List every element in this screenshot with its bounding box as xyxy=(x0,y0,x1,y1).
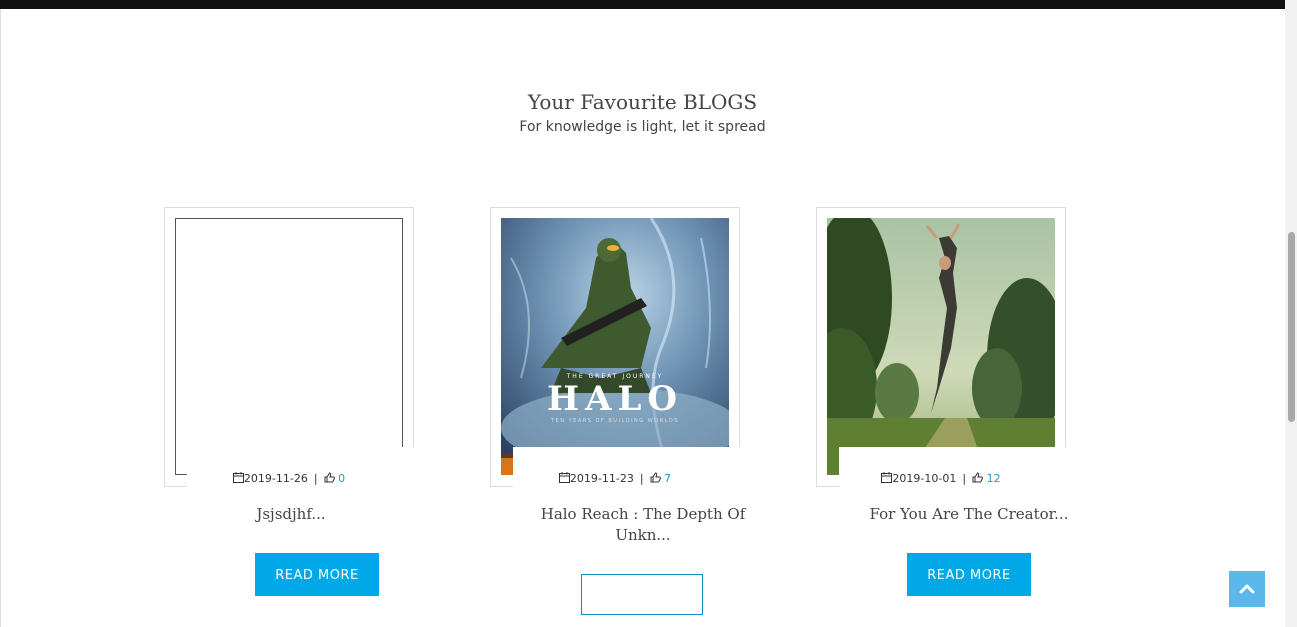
calendar-icon xyxy=(558,472,570,486)
blog-title[interactable]: Jsjsdjhf... xyxy=(141,504,441,525)
blog-thumbnail[interactable] xyxy=(175,218,403,475)
thumbs-up-icon xyxy=(324,472,335,486)
blog-thumbnail[interactable]: THE GREAT JOURNEY HALO TEN YEARS OF BUIL… xyxy=(501,218,729,475)
section-header: Your Favourite BLOGS For knowledge is li… xyxy=(0,88,1285,138)
blog-title[interactable]: For You Are The Creator... xyxy=(819,504,1119,525)
blog-card-frame: THE GREAT JOURNEY HALO TEN YEARS OF BUIL… xyxy=(490,207,740,487)
chevron-up-icon xyxy=(1239,584,1255,594)
blog-likes-count: 0 xyxy=(338,472,346,485)
read-more-button[interactable]: READ MORE xyxy=(907,553,1031,596)
blog-card-frame xyxy=(164,207,414,487)
scrollbar-thumb[interactable] xyxy=(1288,232,1295,422)
read-more-button[interactable]: READ MORE xyxy=(255,553,379,596)
blog-title[interactable]: Halo Reach : The Depth Of Unkn... xyxy=(493,504,793,546)
calendar-icon xyxy=(881,472,893,486)
blog-title-text: Halo Reach : The Depth Of Unkn... xyxy=(540,505,746,544)
blog-date: 2019-10-01 xyxy=(892,472,957,485)
thumbs-up-icon xyxy=(972,472,983,486)
blog-thumbnail[interactable] xyxy=(827,218,1055,475)
section-subtitle: For knowledge is light, let it spread xyxy=(519,119,766,135)
top-nav-bar xyxy=(0,0,1285,9)
blog-meta: 2019-10-01 | 12 xyxy=(791,472,1091,486)
blog-date: 2019-11-23 xyxy=(569,472,634,485)
blog-likes-count: 12 xyxy=(986,472,1001,485)
poster-logo-text: HALO xyxy=(547,379,683,419)
halo-poster-image: THE GREAT JOURNEY HALO TEN YEARS OF BUIL… xyxy=(501,218,729,475)
leaping-woman-image xyxy=(827,218,1055,475)
thumbs-up-icon xyxy=(650,472,661,486)
blog-date: 2019-11-26 xyxy=(243,472,308,485)
blog-meta: 2019-11-26 | 0 xyxy=(139,472,439,486)
blog-card-frame xyxy=(816,207,1066,487)
scrollbar[interactable] xyxy=(1285,0,1297,627)
calendar-icon xyxy=(232,472,244,486)
section-title: Your Favourite BLOGS xyxy=(527,90,758,114)
blog-meta: 2019-11-23 | 7 xyxy=(465,472,765,486)
blog-likes-count: 7 xyxy=(664,472,672,485)
back-to-top-button[interactable] xyxy=(1229,571,1265,607)
poster-tagline: TEN YEARS OF BUILDING WORLDS xyxy=(550,418,679,424)
read-more-button[interactable] xyxy=(581,574,703,615)
